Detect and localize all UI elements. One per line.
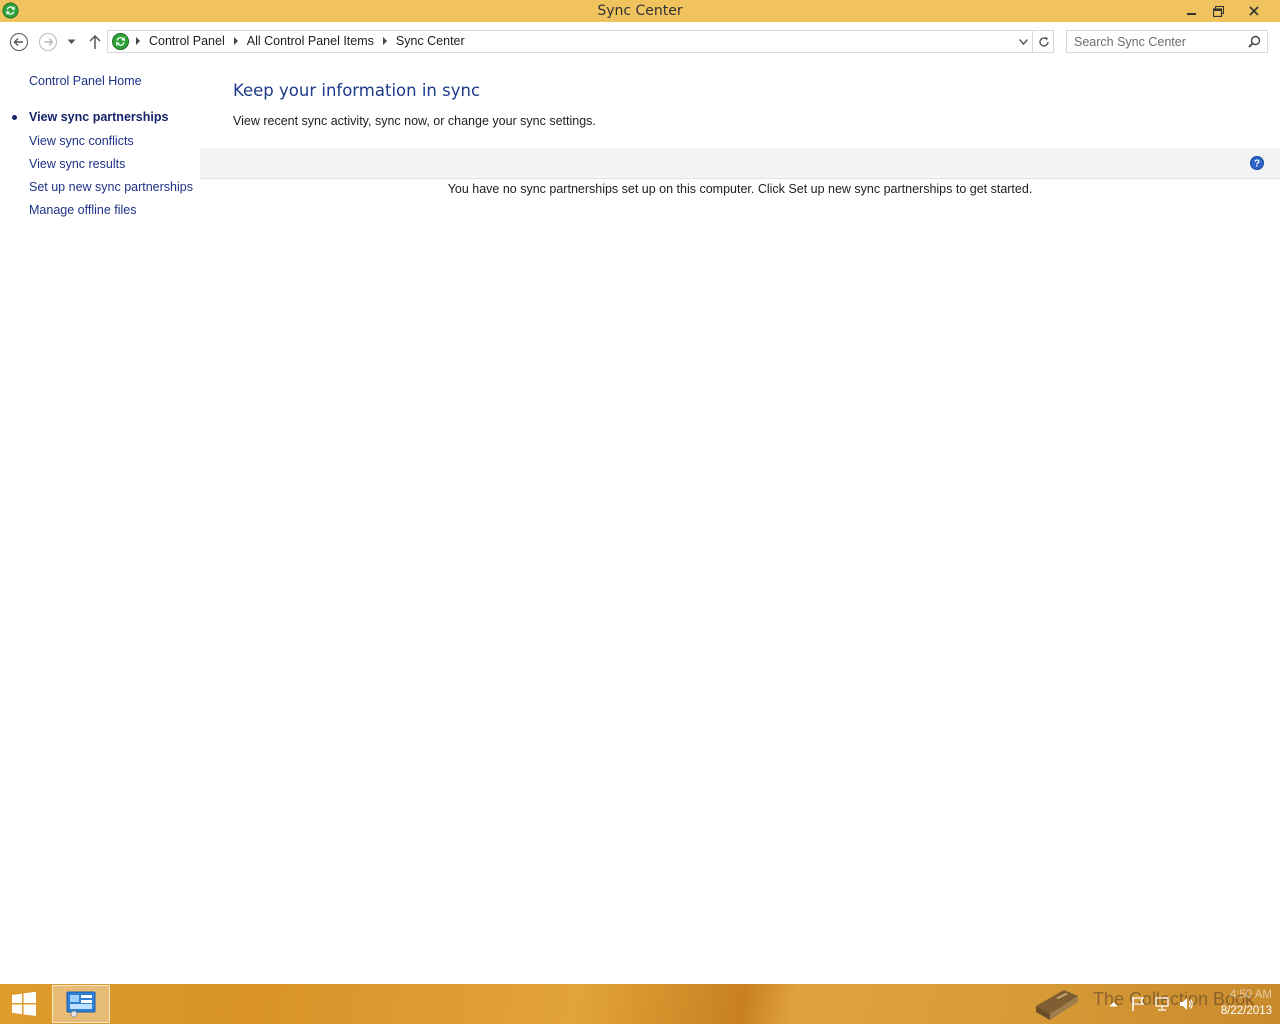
search-box[interactable] [1066,30,1268,53]
forward-arrow-icon [39,33,57,51]
search-input[interactable] [1067,31,1245,52]
sidebar-item-view-sync-results[interactable]: View sync results [29,157,125,171]
close-icon [1249,6,1259,16]
refresh-icon [1038,36,1049,47]
breadcrumb-arrow-icon[interactable] [136,37,140,45]
close-button[interactable] [1228,0,1280,22]
taskbar-control-panel-button[interactable] [52,985,110,1023]
breadcrumb-control-panel[interactable]: Control Panel [149,34,225,48]
chevron-down-icon [67,39,75,44]
main-content: Keep your information in sync View recen… [200,60,1280,960]
speaker-icon [1180,998,1193,1010]
system-clock[interactable]: 4:50 AM 8/22/2013 [1200,987,1272,1019]
help-icon[interactable]: ? [1250,156,1264,170]
command-toolbar: ? [200,148,1280,179]
action-center-tray[interactable] [1129,995,1147,1013]
chevron-up-icon [1109,1002,1117,1007]
taskbar: The Collection Book 4:50 AM 8/22/2013 [0,984,1280,1024]
empty-state-message: You have no sync partnerships set up on … [447,182,1033,196]
up-button[interactable] [84,31,106,53]
breadcrumb-sync-center[interactable]: Sync Center [396,34,465,48]
svg-text:?: ? [1254,159,1260,170]
control-panel-home-link[interactable]: Control Panel Home [29,74,142,88]
title-bar: Sync Center [0,0,1280,22]
active-item-bullet [12,115,17,120]
address-history-dropdown[interactable] [1014,31,1032,52]
breadcrumb-arrow-icon[interactable] [382,37,387,45]
breadcrumb-all-items[interactable]: All Control Panel Items [247,34,374,48]
back-button[interactable] [8,31,30,53]
breadcrumb: Control Panel All Control Panel Items Sy… [136,34,465,48]
sync-center-window: Sync Center Control Panel All Control Pa… [0,0,1280,984]
refresh-button[interactable] [1032,31,1054,52]
breadcrumb-arrow-icon[interactable] [233,37,238,45]
flag-icon [1132,997,1145,1011]
clock-time: 4:50 AM [1229,989,1272,1001]
page-title: Keep your information in sync [233,81,481,100]
network-icon [1155,997,1169,1011]
minimize-button[interactable] [1178,0,1206,22]
back-arrow-icon [10,33,28,51]
clock-date: 8/22/2013 [1220,1005,1272,1017]
sidebar-item-view-sync-partnerships[interactable]: View sync partnerships [29,110,168,124]
window-title: Sync Center [597,3,683,19]
minimize-icon [1187,13,1196,15]
book-watermark-icon [1036,990,1078,1020]
up-arrow-icon [89,34,101,49]
restore-icon [1212,5,1224,17]
forward-button[interactable] [37,31,59,53]
windows-logo-icon [12,991,36,1016]
address-bar[interactable]: Control Panel All Control Panel Items Sy… [107,30,1054,53]
chevron-down-icon [1018,38,1028,45]
recent-locations-button[interactable] [62,31,80,53]
volume-tray[interactable] [1177,995,1195,1013]
search-icon[interactable] [1248,35,1261,48]
sidebar-item-view-sync-conflicts[interactable]: View sync conflicts [29,134,134,148]
navigation-bar: Control Panel All Control Panel Items Sy… [0,22,1280,60]
page-description: View recent sync activity, sync now, or … [233,114,596,128]
sidebar-item-manage-offline-files[interactable]: Manage offline files [29,203,136,217]
network-tray[interactable] [1153,995,1171,1013]
control-panel-icon [66,991,96,1018]
sidebar: Control Panel Home View sync partnership… [0,60,200,960]
start-button[interactable] [0,984,48,1024]
show-hidden-icons-button[interactable] [1104,995,1122,1013]
sync-center-location-icon [112,33,129,50]
sidebar-item-set-up-new-sync-partnerships[interactable]: Set up new sync partnerships [29,180,193,194]
